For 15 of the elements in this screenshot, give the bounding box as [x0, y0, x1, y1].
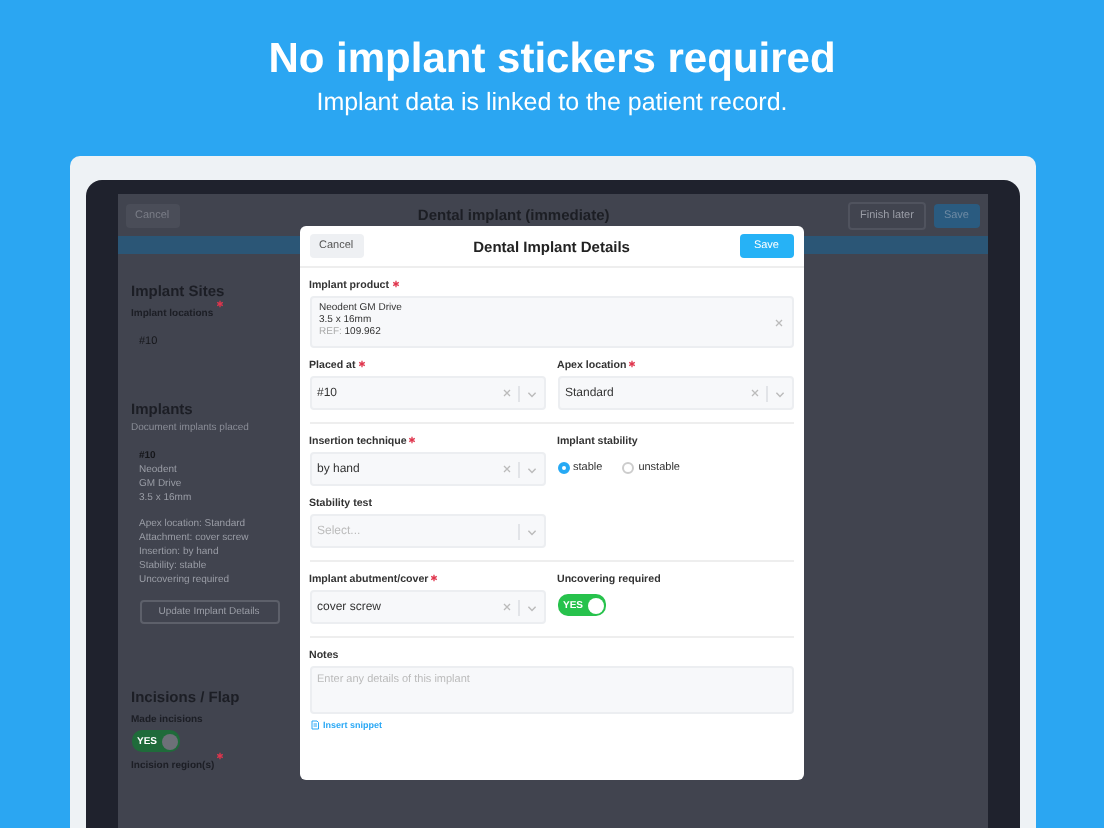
clear-icon[interactable] [501, 602, 511, 612]
radio-button[interactable] [622, 461, 635, 473]
chevron-down-icon[interactable] [525, 525, 537, 537]
clear-icon[interactable] [501, 464, 511, 474]
chevron-down-icon[interactable] [773, 387, 785, 399]
headline: No implant stickers required [268, 36, 836, 84]
radio-button[interactable] [557, 461, 569, 473]
clear-icon[interactable] [501, 388, 511, 398]
chevron-down-icon[interactable] [525, 601, 537, 613]
chevron-down-icon[interactable] [525, 387, 537, 399]
document-icon [309, 720, 319, 730]
clear-icon[interactable] [749, 388, 759, 398]
clear-icon[interactable] [773, 317, 783, 327]
chevron-down-icon[interactable] [525, 463, 537, 475]
subheadline: Implant data is linked to the patient record. [316, 88, 788, 116]
